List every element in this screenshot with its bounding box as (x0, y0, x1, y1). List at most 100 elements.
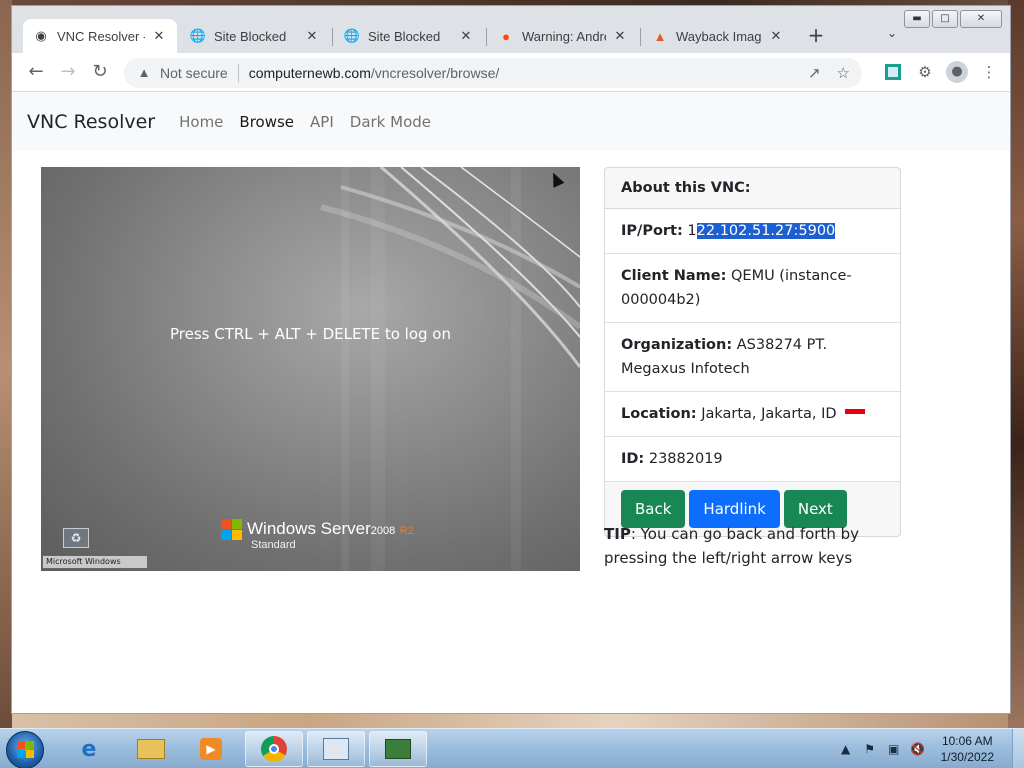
id-label: ID: (621, 451, 645, 467)
product-text: Windows Server2008 R2 Standard (247, 519, 414, 551)
chrome-icon[interactable] (245, 731, 303, 767)
globe-icon: 🌐 (189, 28, 207, 43)
tab-title: VNC Resolver - Browse (57, 28, 145, 44)
remote-desktop-icon[interactable] (369, 731, 427, 767)
tip-text: TIP: You can go back and forth by pressi… (604, 522, 864, 570)
nav-link-api[interactable]: API (310, 113, 334, 131)
browser-toolbar: ← → ↻ ▲ Not secure computernewb.com/vncr… (12, 53, 1010, 92)
product-edition: Standard (251, 539, 296, 551)
windows-flag-icon (221, 519, 243, 541)
extension-icons: ⚙ ● ⋮ (882, 61, 1000, 83)
windows-taskbar: e ▶ ▲ ⚑ ▣ 🔇 10:06 AM 1/30/2022 (0, 728, 1024, 768)
extension-icon[interactable] (885, 64, 901, 80)
kebab-menu-icon[interactable]: ⋮ (978, 61, 1000, 83)
location-label: Location: (621, 406, 697, 422)
globe-icon: 🌐 (343, 28, 361, 43)
client-name-label: Client Name: (621, 268, 727, 284)
vnc-taskbar: Microsoft Windows (42, 555, 148, 569)
show-desktop-button[interactable] (1012, 729, 1024, 768)
product-name: Windows Server (247, 519, 371, 538)
warning-icon[interactable]: ▲ (136, 65, 152, 81)
clock[interactable]: 10:06 AM 1/30/2022 (941, 733, 994, 765)
server-manager-icon[interactable] (307, 731, 365, 767)
omnibox-actions: ↗ ☆ (808, 64, 850, 82)
new-tab-button[interactable]: + (804, 24, 828, 48)
url-path[interactable]: /vncresolver/browse/ (371, 65, 499, 81)
browser-window: ◉ VNC Resolver - Browse ✕ 🌐 Site Blocked… (11, 5, 1011, 714)
card-header: About this VNC: (605, 168, 900, 209)
tab-site-blocked-1[interactable]: 🌐 Site Blocked ✕ (180, 19, 330, 53)
address-bar[interactable]: ▲ Not secure computernewb.com/vncresolve… (124, 58, 862, 88)
reddit-icon: ● (502, 28, 510, 44)
ip-port-prefix[interactable]: 1 (687, 223, 696, 239)
close-icon[interactable]: ✕ (304, 28, 320, 44)
chevron-up-icon[interactable]: ▲ (837, 742, 855, 756)
tip-body: : You can go back and forth by pressing … (604, 525, 860, 567)
organization-label: Organization: (621, 337, 733, 353)
client-name-row: Client Name: QEMU (instance-000004b2) (605, 254, 900, 323)
vnc-background-art (320, 167, 580, 571)
nav-link-dark-mode[interactable]: Dark Mode (350, 113, 431, 131)
security-status[interactable]: Not secure (160, 65, 228, 81)
tip-label: TIP (604, 525, 631, 543)
file-explorer-icon[interactable] (122, 731, 180, 767)
close-icon[interactable]: ✕ (612, 28, 628, 44)
tab-separator (332, 28, 333, 46)
location-row: Location: Jakarta, Jakarta, ID (605, 392, 900, 437)
close-icon[interactable]: ✕ (458, 28, 474, 44)
nav-link-browse[interactable]: Browse (239, 113, 294, 131)
site-brand[interactable]: VNC Resolver (27, 111, 155, 133)
ip-port-row: IP/Port: 122.102.51.27:5900 (605, 209, 900, 254)
window-controls: ▬ □ ✕ (904, 10, 1002, 28)
clock-time: 10:06 AM (941, 734, 993, 748)
indonesia-flag-icon (845, 409, 866, 419)
vnc-info-card: About this VNC: IP/Port: 122.102.51.27:5… (604, 167, 901, 537)
url-host[interactable]: computernewb.com (249, 65, 371, 81)
share-icon[interactable]: ↗ (808, 64, 821, 82)
tab-title: Site Blocked (214, 28, 287, 44)
organization-row: Organization: AS38274 PT. Megaxus Infote… (605, 323, 900, 392)
close-window-button[interactable]: ✕ (960, 10, 1002, 28)
network-icon[interactable]: ▣ (885, 742, 903, 756)
puzzle-icon[interactable]: ⚙ (914, 61, 936, 83)
tab-warning-reddit[interactable]: ● Warning: Andrej ✕ (488, 19, 638, 53)
forward-arrow-icon[interactable]: → (56, 61, 80, 85)
tab-title: Wayback Images (676, 28, 762, 44)
site-navbar: VNC Resolver Home Browse API Dark Mode (12, 92, 1010, 151)
nav-link-home[interactable]: Home (179, 113, 223, 131)
location-value: Jakarta, Jakarta, ID (701, 406, 837, 422)
maximize-button[interactable]: □ (932, 10, 958, 28)
reload-icon[interactable]: ↻ (88, 61, 112, 85)
ease-of-access-icon: ♻ (63, 528, 89, 548)
tab-strip: ◉ VNC Resolver - Browse ✕ 🌐 Site Blocked… (12, 6, 1010, 53)
tab-vnc-resolver[interactable]: ◉ VNC Resolver - Browse ✕ (23, 19, 177, 53)
ip-port-selected[interactable]: 22.102.51.27:5900 (696, 223, 836, 239)
ip-port-label: IP/Port: (621, 223, 683, 239)
chevron-down-icon[interactable]: ⌄ (884, 26, 900, 42)
volume-muted-icon[interactable]: 🔇 (909, 742, 927, 756)
media-player-icon[interactable]: ▶ (182, 731, 240, 767)
minimize-button[interactable]: ▬ (904, 10, 930, 28)
vnc-resolver-favicon: ◉ (35, 28, 47, 43)
close-icon[interactable]: ✕ (151, 28, 167, 44)
tab-site-blocked-2[interactable]: 🌐 Site Blocked ✕ (334, 19, 484, 53)
windows-server-logo: Windows Server2008 R2 Standard (221, 519, 414, 551)
internet-explorer-icon[interactable]: e (60, 731, 118, 767)
url-divider (237, 64, 239, 82)
back-arrow-icon[interactable]: ← (24, 61, 48, 85)
star-icon[interactable]: ☆ (837, 64, 850, 82)
profile-avatar[interactable]: ● (946, 61, 968, 83)
windows-logo-icon (17, 741, 35, 759)
wayback-icon: ▲ (653, 28, 667, 44)
id-row: ID: 23882019 (605, 437, 900, 482)
tab-title: Warning: Andrej (522, 28, 606, 44)
system-tray: ▲ ⚑ ▣ 🔇 10:06 AM 1/30/2022 (837, 729, 1024, 768)
close-icon[interactable]: ✕ (768, 28, 784, 44)
tab-wayback-images[interactable]: ▲ Wayback Images ✕ (642, 19, 794, 53)
web-page: VNC Resolver Home Browse API Dark Mode P… (12, 92, 1010, 713)
start-button[interactable] (6, 731, 44, 768)
flag-icon[interactable]: ⚑ (861, 742, 879, 756)
vnc-screenshot: Press CTRL + ALT + DELETE to log on ♻ Mi… (41, 167, 580, 571)
clock-date: 1/30/2022 (940, 750, 994, 764)
product-version: 2008 (370, 525, 396, 537)
